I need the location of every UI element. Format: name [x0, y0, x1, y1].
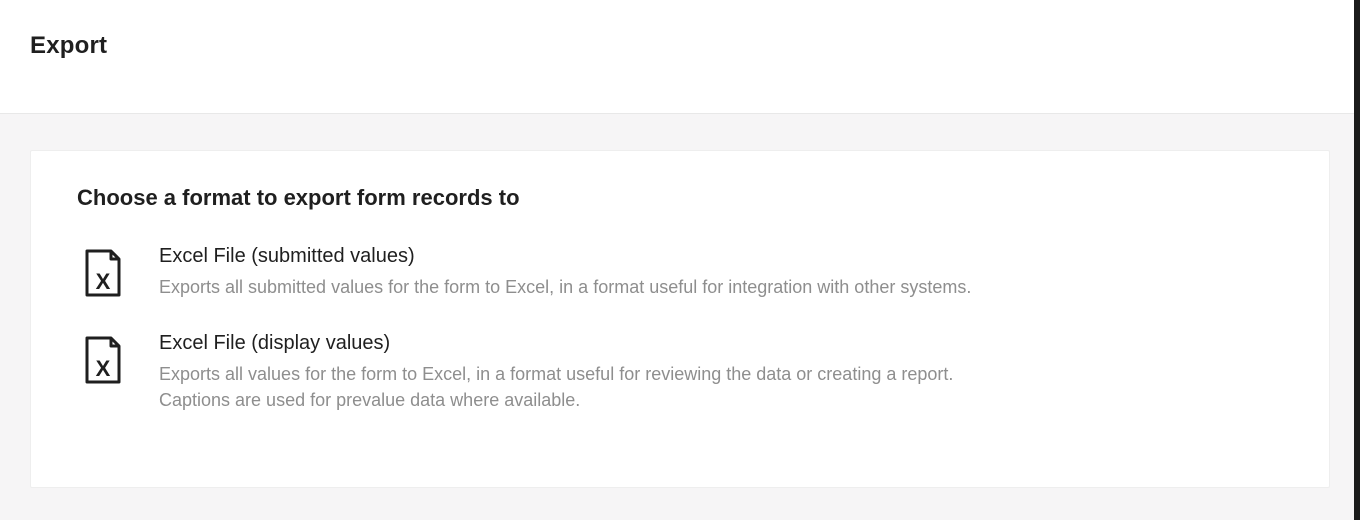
content-area: Choose a format to export form records t…: [0, 114, 1360, 520]
svg-text:X: X: [96, 356, 111, 381]
excel-file-icon: X: [83, 245, 127, 297]
option-description: Exports all values for the form to Excel…: [159, 361, 1009, 413]
excel-file-icon: X: [83, 332, 127, 384]
option-title: Excel File (display values): [159, 332, 1009, 355]
panel-heading: Choose a format to export form records t…: [77, 185, 1283, 211]
window-scrollbar[interactable]: [1354, 0, 1360, 520]
export-option-submitted-values[interactable]: X Excel File (submitted values) Exports …: [77, 241, 1283, 318]
export-panel: Choose a format to export form records t…: [30, 150, 1330, 488]
option-description: Exports all submitted values for the for…: [159, 274, 1009, 300]
page-header: Export: [0, 0, 1360, 114]
export-option-display-values[interactable]: X Excel File (display values) Exports al…: [77, 328, 1283, 431]
option-title: Excel File (submitted values): [159, 245, 1009, 268]
option-text: Excel File (submitted values) Exports al…: [159, 245, 1009, 300]
option-text: Excel File (display values) Exports all …: [159, 332, 1009, 413]
svg-text:X: X: [96, 269, 111, 294]
page-title: Export: [30, 32, 1330, 60]
